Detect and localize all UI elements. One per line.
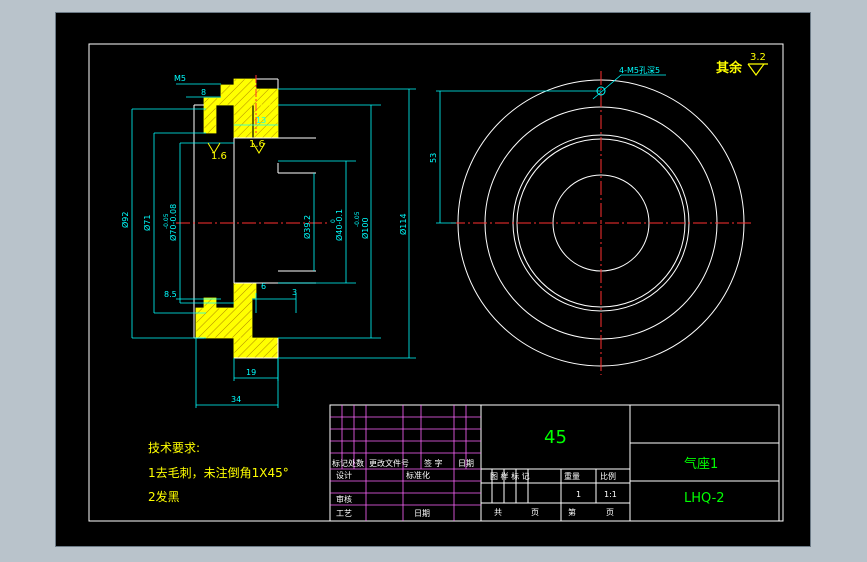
dim-m5: M5 xyxy=(174,74,186,83)
tech-req-title: 技术要求: xyxy=(148,441,200,455)
tb-label-count: 处数 xyxy=(348,458,364,468)
tb-drawing-no: LHQ-2 xyxy=(684,491,725,506)
drawing-sheet: 其余 3.2 M5 8 13 1.6 1.6 8.5 6 3 19 34 Ø92… xyxy=(55,12,811,547)
dim-34: 34 xyxy=(231,395,241,404)
dim-13: 13 xyxy=(256,116,266,125)
tb-scale-val: 1:1 xyxy=(604,490,617,499)
dim-8-5: 8.5 xyxy=(164,290,177,299)
tb-weight: 重量 xyxy=(564,471,580,481)
roughness-text-2: 1.6 xyxy=(249,139,265,150)
tb-scale: 比例 xyxy=(600,471,616,481)
dim-d40: Ø40-0.1 xyxy=(334,209,344,241)
tb-part-name: 气座1 xyxy=(684,456,718,472)
hole-note: 4-M5孔深5 xyxy=(619,66,660,75)
dim-6: 6 xyxy=(261,282,266,291)
tb-label-sign: 签 字 xyxy=(424,458,443,468)
tech-req-line1: 1去毛刺，未注倒角1X45° xyxy=(148,465,289,480)
dim-d40-tol: 0 xyxy=(330,219,337,223)
dim-53: 53 xyxy=(429,153,438,163)
tb-label-change: 更改文件号 xyxy=(369,458,409,468)
tb-no: 第 xyxy=(568,507,576,517)
tb-label-date: 日期 xyxy=(458,459,474,468)
dim-d114: Ø114 xyxy=(398,213,408,235)
tb-standardize: 标准化 xyxy=(406,470,430,480)
dim-8: 8 xyxy=(201,88,206,97)
tb-date: 日期 xyxy=(414,509,430,518)
dim-3: 3 xyxy=(292,288,297,297)
dim-d71: Ø71 xyxy=(142,215,152,231)
title-block: 标记 处数 更改文件号 签 字 日期 设计 标准化 审核 工艺 日期 图 样 标… xyxy=(329,404,780,522)
section-view: M5 8 13 1.6 1.6 8.5 6 3 19 34 Ø92 Ø71 Ø7… xyxy=(120,74,416,408)
tb-process: 工艺 xyxy=(336,509,352,518)
tb-label-mark: 标记 xyxy=(332,458,348,468)
roughness-text-1: 1.6 xyxy=(211,151,227,162)
dim-d100-tol: -0.05 xyxy=(354,211,361,227)
roughness-symbol-icon xyxy=(747,63,765,77)
tech-requirements: 技术要求: 1去毛刺，未注倒角1X45° 2发黑 xyxy=(148,441,289,504)
tb-design: 设计 xyxy=(336,470,352,480)
dim-d39: Ø39.2 xyxy=(302,215,312,239)
tech-req-line2: 2发黑 xyxy=(148,489,180,504)
tb-material: 45 xyxy=(544,427,567,448)
dim-d70-tol: -0.05 xyxy=(163,213,170,229)
roughness-note: 其余 3.2 xyxy=(716,52,768,77)
tb-sheet2: 页 xyxy=(606,508,614,517)
roughness-value: 3.2 xyxy=(750,52,766,63)
dim-d92: Ø92 xyxy=(120,212,130,228)
tb-weight-val: 1 xyxy=(576,490,581,499)
tb-review: 审核 xyxy=(336,494,352,504)
front-view: 4-M5孔深5 53 xyxy=(429,66,754,375)
tb-sheet: 页 xyxy=(531,508,539,517)
tb-total: 共 xyxy=(494,508,502,517)
dim-19: 19 xyxy=(246,368,256,377)
cad-drawing: 其余 3.2 M5 8 13 1.6 1.6 8.5 6 3 19 34 Ø92… xyxy=(88,43,784,522)
dim-d100: Ø100 xyxy=(360,217,370,239)
roughness-label: 其余 xyxy=(716,60,743,76)
tb-stage-mark: 图 样 标 记 xyxy=(490,471,530,481)
